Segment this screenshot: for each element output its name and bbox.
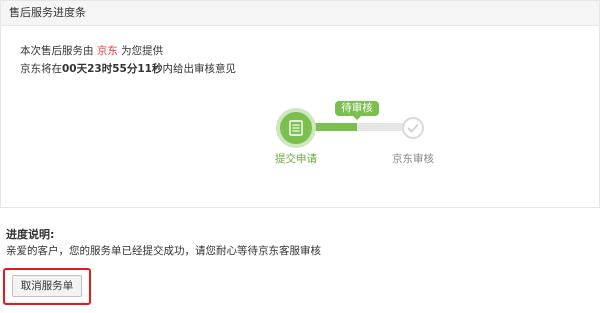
progress-panel: 售后服务进度条 本次售后服务由 京东 为您提供 京东将在00天23时55分11秒… bbox=[0, 0, 600, 208]
cancel-highlight-box: 取消服务单 bbox=[3, 268, 91, 305]
step-review-node bbox=[402, 117, 424, 139]
check-icon bbox=[407, 123, 419, 133]
document-icon bbox=[289, 120, 303, 136]
cancel-service-button[interactable]: 取消服务单 bbox=[12, 275, 82, 297]
step-review-label: 京东审核 bbox=[392, 153, 434, 165]
status-badge: 待审核 bbox=[335, 101, 379, 116]
description-title: 进度说明: bbox=[6, 228, 55, 241]
progress-tracker: 待审核 提交申请 京东审核 bbox=[1, 1, 599, 207]
step-submit-node bbox=[276, 108, 316, 148]
description-text: 亲爱的客户，您的服务单已经提交成功，请您耐心等待京东客服审核 bbox=[6, 245, 321, 257]
step-submit-label: 提交申请 bbox=[275, 153, 317, 165]
status-badge-pointer bbox=[353, 116, 361, 120]
